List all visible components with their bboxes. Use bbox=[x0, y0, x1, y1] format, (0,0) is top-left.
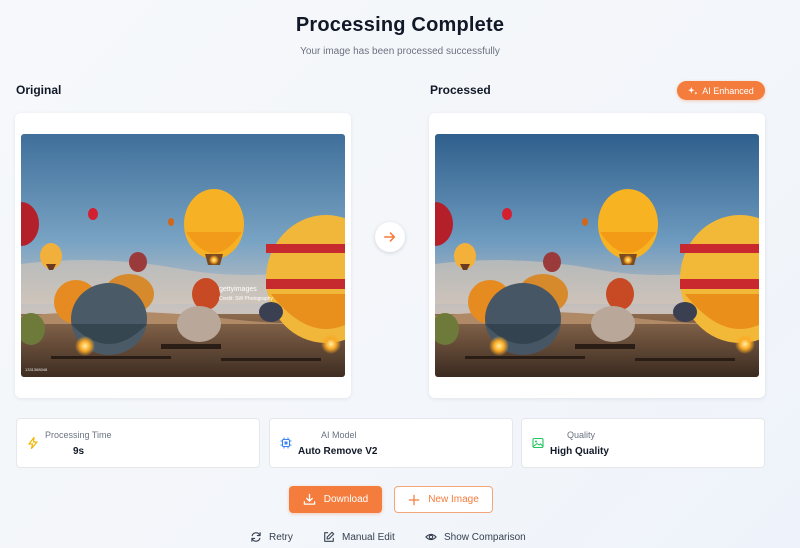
page-subtitle: Your image has been processed successful… bbox=[300, 46, 500, 57]
sparkles-icon bbox=[688, 86, 698, 95]
lightning-icon bbox=[28, 437, 38, 449]
download-button[interactable]: Download bbox=[289, 486, 382, 513]
original-image: gettyimages Credit: SW Photography 13313… bbox=[21, 134, 345, 377]
new-image-label: New Image bbox=[428, 494, 479, 505]
refresh-icon bbox=[251, 532, 261, 542]
watermark-text: gettyimages bbox=[219, 286, 257, 293]
quality-label: Quality bbox=[567, 430, 596, 440]
ai-model-card: AI Model Auto Remove V2 bbox=[269, 418, 513, 468]
processing-time-value: 9s bbox=[73, 446, 85, 457]
quality-card: Quality High Quality bbox=[521, 418, 765, 468]
badge-label: AI Enhanced bbox=[702, 85, 754, 96]
ai-model-label: AI Model bbox=[321, 430, 357, 440]
original-label: Original bbox=[16, 83, 62, 97]
eye-icon bbox=[425, 533, 437, 541]
watermark-credit: Credit: SW Photography bbox=[219, 296, 273, 302]
download-icon bbox=[303, 493, 316, 505]
original-image-card: gettyimages Credit: SW Photography 13313… bbox=[15, 113, 351, 398]
balloon-scene-original: gettyimages Credit: SW Photography 13313… bbox=[21, 134, 345, 377]
ai-enhanced-badge: AI Enhanced bbox=[677, 81, 765, 100]
download-label: Download bbox=[323, 494, 369, 505]
quality-value: High Quality bbox=[550, 446, 609, 457]
manual-edit-link[interactable]: Manual Edit bbox=[323, 530, 395, 544]
retry-label: Retry bbox=[269, 531, 293, 543]
edit-icon bbox=[324, 531, 335, 542]
new-image-button[interactable]: New Image bbox=[394, 486, 493, 513]
stock-id-text: 1331368048 bbox=[25, 367, 48, 372]
manual-edit-label: Manual Edit bbox=[342, 531, 395, 543]
processed-label: Processed bbox=[430, 83, 491, 97]
processing-time-card: Processing Time 9s bbox=[16, 418, 260, 468]
header: Processing Complete Your image has been … bbox=[0, 12, 800, 57]
processing-time-label: Processing Time bbox=[45, 430, 112, 440]
ai-model-value: Auto Remove V2 bbox=[298, 446, 378, 457]
processed-image-card bbox=[429, 113, 765, 398]
plus-icon bbox=[408, 494, 420, 505]
processed-image bbox=[435, 134, 759, 377]
show-comparison-label: Show Comparison bbox=[444, 531, 526, 543]
retry-link[interactable]: Retry bbox=[250, 530, 293, 544]
arrow-right-icon bbox=[383, 232, 396, 242]
compare-arrow-button[interactable] bbox=[375, 222, 405, 252]
chip-icon bbox=[280, 437, 292, 449]
page-title: Processing Complete bbox=[295, 14, 505, 36]
show-comparison-link[interactable]: Show Comparison bbox=[425, 530, 526, 544]
image-icon bbox=[532, 437, 544, 449]
balloon-scene-processed bbox=[435, 134, 759, 377]
